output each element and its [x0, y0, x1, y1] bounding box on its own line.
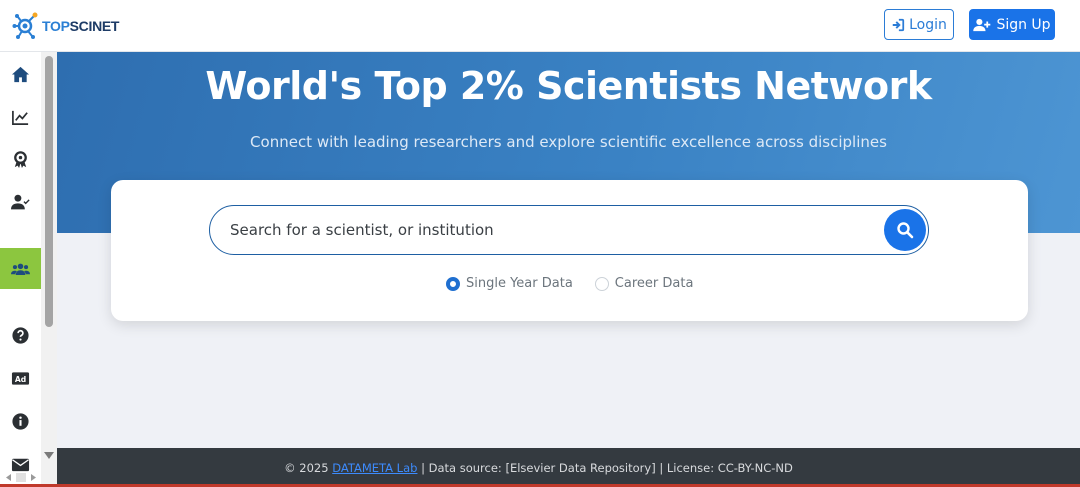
hero-subtitle: Connect with leading researchers and exp…	[250, 133, 887, 151]
brand-name-part2: SCINET	[69, 18, 120, 34]
info-circle-icon	[12, 412, 29, 430]
sidebar-scrollbar-thumb[interactable]	[45, 56, 53, 327]
search-icon	[897, 222, 914, 239]
sidebar-item-help[interactable]	[0, 315, 41, 355]
hero-title: World's Top 2% Scientists Network	[205, 64, 932, 108]
signup-button[interactable]: Sign Up	[969, 9, 1055, 40]
sidebar-item-home[interactable]	[0, 54, 41, 94]
footer-copyright: © 2025	[284, 460, 329, 475]
scroll-down-arrow-icon[interactable]	[44, 450, 54, 460]
search-placeholder: Search for a scientist, or institution	[230, 221, 494, 239]
data-mode-radio-group: Single Year Data Career Data	[446, 276, 693, 291]
users-icon	[11, 263, 30, 275]
radio-career[interactable]: Career Data	[594, 276, 694, 291]
ad-icon: Ad	[11, 371, 30, 385]
award-icon	[14, 150, 27, 168]
login-label: Login	[909, 16, 947, 33]
envelope-icon	[11, 458, 30, 471]
footer: © 2025 DATAMETA Lab | Data source: [Else…	[57, 448, 1080, 487]
sidebar-item-awards[interactable]	[0, 139, 41, 179]
network-node-logo-icon	[12, 12, 38, 39]
datameta-lab-link[interactable]: DATAMETA Lab	[332, 461, 417, 475]
brand-name-part1: TOP	[42, 18, 70, 34]
radio-button-selected[interactable]	[446, 276, 460, 291]
sidebar: Ad	[0, 52, 57, 487]
sidebar-item-network[interactable]	[0, 249, 41, 289]
question-circle-icon	[12, 326, 29, 344]
radio-single-year[interactable]: Single Year Data	[446, 276, 573, 291]
svg-text:Ad: Ad	[15, 374, 26, 383]
home-icon	[11, 66, 30, 82]
login-button[interactable]: Login	[884, 9, 954, 40]
sidebar-item-analytics[interactable]	[0, 97, 41, 137]
brand-logo[interactable]: TOPSCINET	[12, 10, 119, 42]
signup-label: Sign Up	[996, 16, 1051, 33]
search-input[interactable]: Search for a scientist, or institution	[209, 205, 929, 255]
brand-name: TOPSCINET	[42, 18, 119, 34]
radio-button-unselected[interactable]	[594, 276, 609, 291]
chart-line-icon	[12, 110, 29, 125]
radio-career-label: Career Data	[614, 276, 694, 291]
sidebar-item-info[interactable]	[0, 401, 41, 441]
top-navbar: TOPSCINET Login Sign Up	[0, 0, 1080, 52]
sidebar-item-verified-user[interactable]	[0, 182, 41, 222]
footer-source-license: | Data source: [Elsevier Data Repository…	[421, 460, 793, 475]
search-card: Search for a scientist, or institution S…	[111, 180, 1028, 321]
search-button[interactable]	[884, 209, 926, 251]
sign-in-icon	[892, 18, 905, 31]
radio-single-year-label: Single Year Data	[466, 276, 573, 291]
horizontal-scroll-arrows-icon[interactable]	[6, 473, 36, 482]
user-check-icon	[11, 194, 30, 209]
sidebar-item-ads[interactable]: Ad	[0, 358, 41, 398]
user-plus-icon	[973, 18, 991, 31]
